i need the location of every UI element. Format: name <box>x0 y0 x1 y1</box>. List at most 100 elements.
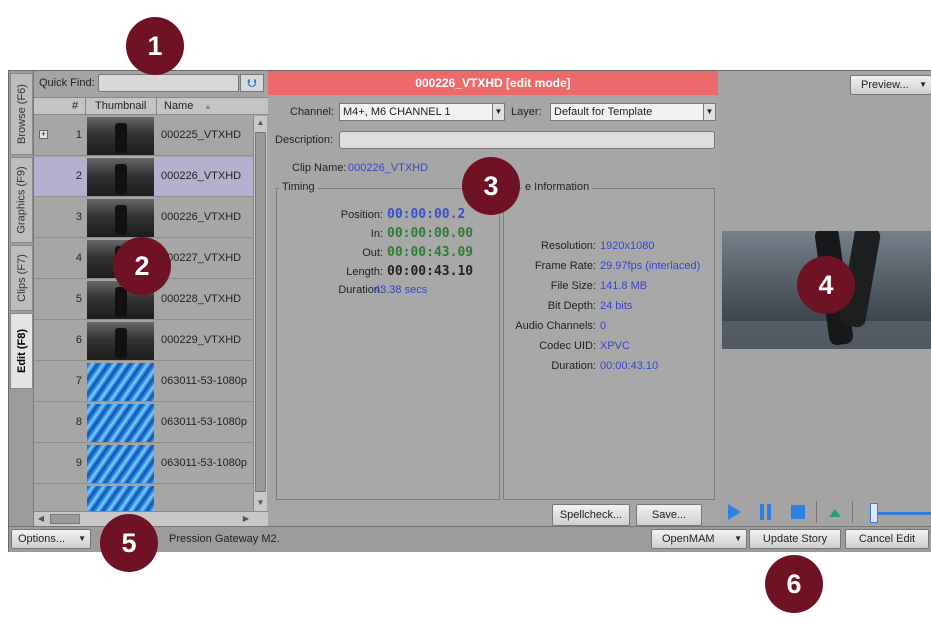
clip-thumbnail <box>87 158 154 196</box>
resolution-label: Resolution: <box>540 240 596 252</box>
clip-thumbnail <box>87 404 154 442</box>
clip-name: 000228_VTXHD <box>161 293 242 305</box>
save-button[interactable]: Save... <box>636 504 702 526</box>
clip-name: 063011-53-1080p <box>161 416 248 428</box>
out-value: 00:00:43.09 <box>387 245 474 260</box>
chevron-down-icon: ▼ <box>734 534 742 543</box>
scroll-left-icon[interactable]: ◀ <box>34 512 48 526</box>
cancel-edit-button[interactable]: Cancel Edit <box>845 529 929 549</box>
clip-name: 000227_VTXHD <box>161 252 242 264</box>
audio-channels-label: Audio Channels: <box>515 320 596 332</box>
play-icon[interactable] <box>726 503 742 521</box>
length-label: Length: <box>346 266 383 278</box>
scrollbar-thumb[interactable] <box>50 514 80 524</box>
scrub-slider-track[interactable] <box>874 512 931 515</box>
scrollbar-thumb[interactable] <box>255 132 266 492</box>
vertical-scrollbar[interactable]: ▲ ▼ <box>253 116 267 511</box>
clip-thumbnail <box>87 445 154 483</box>
tab-label: Browse (F6) <box>15 84 28 144</box>
clip-name: 063011-53-1080p <box>161 457 248 469</box>
clip-thumbnail <box>87 363 154 401</box>
file-size-value: 141.8 MB <box>600 280 648 292</box>
row-number: 7 <box>75 375 82 387</box>
duration-label: Duration: <box>338 284 383 296</box>
openmam-dropdown[interactable]: OpenMAM ▼ <box>651 529 747 549</box>
stop-icon[interactable] <box>790 503 806 521</box>
tab-label: Clips (F7) <box>15 254 28 302</box>
clip-name: 000229_VTXHD <box>161 334 242 346</box>
preview-dropdown-label: Preview... <box>861 79 909 91</box>
layer-label: Layer: <box>511 106 542 118</box>
edit-title-bar: 000226_VTXHD [edit mode] <box>268 71 718 95</box>
table-row[interactable] <box>34 485 253 511</box>
scroll-down-icon[interactable]: ▼ <box>254 496 267 510</box>
mark-icon[interactable] <box>828 503 842 521</box>
clip-name-label: Clip Name: <box>292 162 347 174</box>
channel-label: Channel: <box>290 106 335 118</box>
column-header-number[interactable]: # <box>72 100 78 112</box>
options-dropdown[interactable]: Options... ▼ <box>11 529 91 549</box>
row-number: 6 <box>75 334 82 346</box>
position-value: 00:00:00.2 <box>387 207 466 222</box>
table-row[interactable]: 6 000229_VTXHD <box>34 321 253 361</box>
tab-label: Edit (F8) <box>15 329 28 373</box>
chevron-down-icon: ▼ <box>78 534 86 543</box>
tab-graphics[interactable]: Graphics (F9) <box>10 157 33 243</box>
column-header-name[interactable]: Name <box>164 100 193 112</box>
layer-select[interactable]: Default for Template ▼ <box>550 103 716 121</box>
scroll-up-icon[interactable]: ▲ <box>254 116 267 130</box>
clip-name: 063011-53-1080p <box>161 375 248 387</box>
row-number: 1 <box>75 129 82 141</box>
resolution-value: 1920x1080 <box>600 240 655 252</box>
channel-select[interactable]: M4+, M6 CHANNEL 1 ▼ <box>339 103 505 121</box>
tab-clips[interactable]: Clips (F7) <box>10 245 33 311</box>
file-duration-value: 00:00:43.10 <box>600 360 659 372</box>
column-header-thumbnail[interactable]: Thumbnail <box>95 100 146 112</box>
callout-2: 2 <box>113 237 171 295</box>
vertical-tab-strip: Browse (F6) Graphics (F9) Clips (F7) Edi… <box>9 71 34 526</box>
expand-icon[interactable]: + <box>39 130 48 139</box>
table-row[interactable]: 3 000226_VTXHD <box>34 198 253 238</box>
clip-thumbnail <box>87 117 154 155</box>
row-number: 9 <box>75 457 82 469</box>
codec-uid-value: XPVC <box>600 340 630 352</box>
openmam-label: OpenMAM <box>662 533 715 545</box>
clip-name: 000226_VTXHD <box>161 211 242 223</box>
preview-dropdown[interactable]: Preview... ▼ <box>850 75 931 95</box>
table-row[interactable]: + 1 000225_VTXHD <box>34 116 253 156</box>
pause-icon[interactable] <box>758 503 774 521</box>
clip-thumbnail <box>87 199 154 237</box>
quick-find-input[interactable] <box>98 74 239 92</box>
chevron-down-icon: ▼ <box>703 104 715 120</box>
audio-channels-value: 0 <box>600 320 607 332</box>
spellcheck-button[interactable]: Spellcheck... <box>552 504 630 526</box>
row-number: 2 <box>75 170 82 182</box>
in-label: In: <box>370 228 383 240</box>
update-story-button[interactable]: Update Story <box>749 529 841 549</box>
file-size-label: File Size: <box>550 280 596 292</box>
table-row-selected[interactable]: 2 000226_VTXHD <box>34 157 253 197</box>
timing-group: Timing Position: 00:00:00.2 In: 00:00:00… <box>276 181 500 500</box>
file-information-group: e Information Resolution: 1920x1080 Fram… <box>503 181 715 500</box>
table-row[interactable]: 7 063011-53-1080p <box>34 362 253 402</box>
row-number: 4 <box>75 252 82 264</box>
clip-name-value: 000226_VTXHD <box>348 162 429 174</box>
scrub-slider-handle[interactable] <box>870 503 878 523</box>
frame-rate-value: 29.97fps (interlaced) <box>600 260 701 272</box>
chevron-down-icon: ▼ <box>919 80 927 89</box>
table-row[interactable]: 9 063011-53-1080p <box>34 444 253 484</box>
app-window: Browse (F6) Graphics (F9) Clips (F7) Edi… <box>8 70 931 552</box>
description-label: Description: <box>275 134 334 146</box>
edit-panel: 000226_VTXHD [edit mode] Channel: M4+, M… <box>268 71 718 526</box>
clip-name: 000226_VTXHD <box>161 170 242 182</box>
description-input[interactable] <box>339 131 715 149</box>
scroll-right-icon[interactable]: ▶ <box>239 512 253 526</box>
tab-browse[interactable]: Browse (F6) <box>10 73 33 155</box>
table-row[interactable]: 8 063011-53-1080p <box>34 403 253 443</box>
chevron-down-icon: ▼ <box>492 104 504 120</box>
row-number: 3 <box>75 211 82 223</box>
bit-depth-value: 24 bits <box>600 300 633 312</box>
tab-edit[interactable]: Edit (F8) <box>10 313 33 389</box>
clip-grid: + 1 000225_VTXHD 2 000226_VTXHD 3 000226… <box>34 116 253 511</box>
chevron-down-icon[interactable]: ⮋ <box>240 74 264 92</box>
